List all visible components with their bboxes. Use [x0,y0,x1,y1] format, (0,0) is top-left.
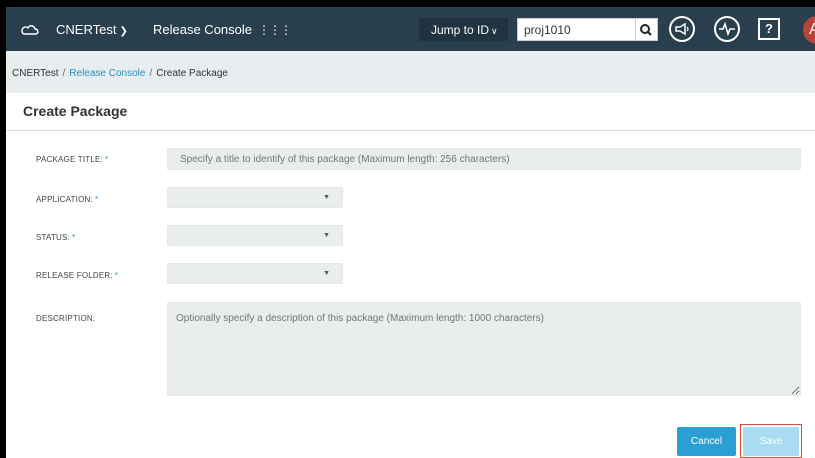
window-top-strip [6,0,815,7]
breadcrumb-current: Create Package [156,68,228,79]
package-title-label: PACKAGE TITLE: * [36,155,108,164]
status-label-text: STATUS: [36,233,70,242]
application-label: APPLICATION: * [36,195,98,204]
megaphone-icon [675,22,689,36]
description-label-text: DESCRIPTION: [36,314,96,323]
breadcrumb-root[interactable]: CNERTest [12,68,59,79]
console-switcher[interactable]: Release Console ⋮⋮⋮ [153,22,292,37]
status-select[interactable]: ▼ [167,225,343,246]
description-textarea[interactable] [167,302,801,396]
jump-to-id-dropdown[interactable]: Jump to ID ∨ [419,18,508,41]
breadcrumb-separator: / [62,68,66,79]
breadcrumb: CNERTest / Release Console / Create Package [6,51,815,93]
release-folder-label: RELEASE FOLDER: * [36,271,118,280]
breadcrumb-release-console-link[interactable]: Release Console [69,68,145,79]
save-button[interactable]: Save [743,427,799,456]
caret-down-icon: ▼ [323,270,330,277]
jump-id-input[interactable] [517,18,636,41]
jump-to-id-label: Jump to ID [431,23,490,37]
status-label: STATUS: * [36,233,75,242]
page-header: Create Package [6,93,815,131]
required-marker: * [114,271,119,280]
release-folder-label-text: RELEASE FOLDER: [36,271,113,280]
page-title: Create Package [23,103,128,119]
cloud-logo-icon[interactable] [20,22,40,36]
caret-down-icon: ▼ [323,232,330,239]
required-marker: * [72,233,76,242]
chevron-down-icon: ∨ [491,26,498,36]
announcements-button[interactable] [669,16,695,42]
package-title-label-text: PACKAGE TITLE: [36,155,103,164]
required-marker: * [104,155,109,164]
help-icon[interactable]: ? [758,18,780,40]
pulse-icon [719,21,735,37]
app-name-label: CNERTest [56,22,117,37]
application-label-text: APPLICATION: [36,195,93,204]
console-name-label: Release Console [153,22,253,37]
app-switcher[interactable]: CNERTest ❯ [56,22,128,37]
breadcrumb-separator: / [149,68,153,79]
caret-down-icon: ▼ [323,194,330,201]
cancel-button[interactable]: Cancel [677,427,736,456]
application-select[interactable]: ▼ [167,187,343,208]
search-button[interactable] [636,18,658,41]
top-navbar: CNERTest ❯ Release Console ⋮⋮⋮ Jump to ID ∨… [6,7,815,51]
grid-icon: ⋮⋮⋮ [258,23,292,37]
package-title-input[interactable] [167,148,801,170]
release-folder-select[interactable]: ▼ [167,263,343,284]
activity-button[interactable] [714,16,740,42]
required-marker: * [94,195,99,204]
avatar[interactable]: A [803,16,815,44]
description-label: DESCRIPTION: [36,314,95,323]
chevron-down-icon: ❯ [119,26,128,37]
search-icon [640,24,652,36]
